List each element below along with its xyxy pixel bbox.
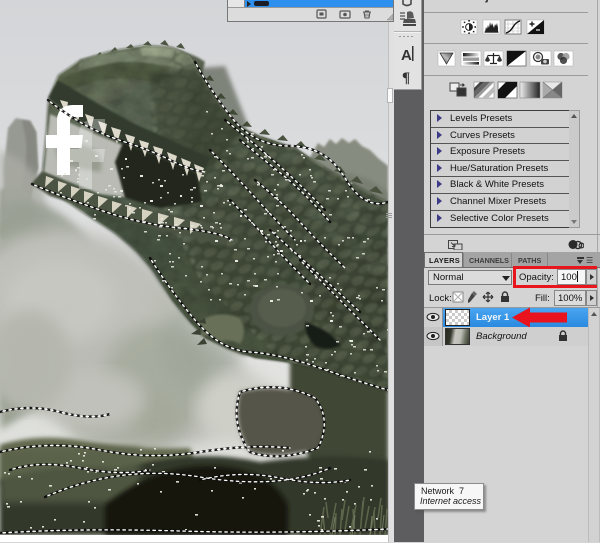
svg-text:A: A — [401, 47, 412, 64]
svg-text:¶: ¶ — [402, 70, 410, 86]
